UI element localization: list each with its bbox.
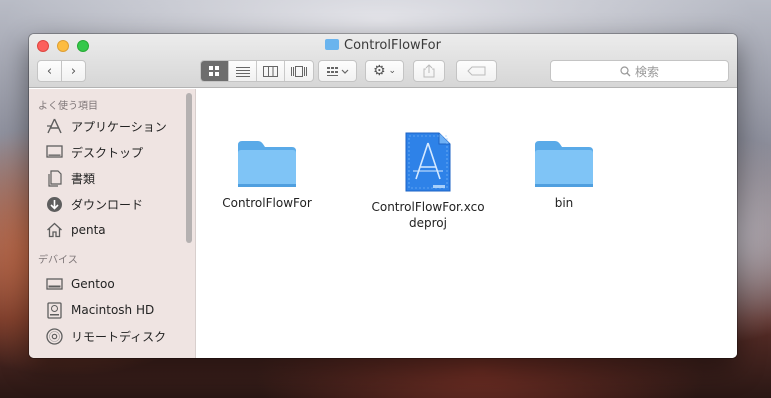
sidebar-item-label: リモートディスク bbox=[71, 329, 167, 344]
tags-button[interactable] bbox=[456, 60, 497, 82]
arrange-button[interactable] bbox=[318, 60, 357, 82]
folder-icon bbox=[238, 141, 296, 187]
sidebar: よく使う項目 アプリケーション デスクトップ 書類 ダウンロード penta デ… bbox=[29, 89, 196, 358]
sidebar-item-gentoo[interactable]: Gentoo bbox=[45, 274, 115, 294]
downloads-icon bbox=[45, 195, 64, 213]
desktop-icon bbox=[45, 143, 64, 161]
file-name: ControlFlowFor.xcodeproj bbox=[371, 200, 485, 230]
sidebar-item-label: Macintosh HD bbox=[71, 303, 155, 317]
share-button[interactable] bbox=[413, 60, 445, 82]
view-switcher bbox=[200, 60, 314, 82]
forward-button[interactable]: › bbox=[61, 60, 86, 82]
disk-icon bbox=[45, 275, 64, 293]
share-icon bbox=[423, 64, 435, 78]
file-item[interactable]: bin bbox=[504, 139, 624, 211]
list-view-button[interactable] bbox=[229, 61, 257, 81]
icon-view-button[interactable] bbox=[201, 61, 229, 81]
applications-icon bbox=[45, 117, 64, 135]
folder-icon bbox=[325, 39, 339, 50]
window-title-area: ControlFlowFor bbox=[29, 38, 737, 53]
sidebar-item-applications[interactable]: アプリケーション bbox=[45, 116, 167, 136]
tag-icon bbox=[466, 66, 485, 76]
columns-icon bbox=[263, 65, 278, 77]
search-icon bbox=[620, 65, 631, 76]
hard-drive-icon bbox=[45, 301, 64, 319]
gear-icon: ⚙ bbox=[372, 63, 386, 79]
file-item[interactable]: ControlFlowFor bbox=[207, 139, 327, 211]
sidebar-item-label: ダウンロード bbox=[71, 197, 144, 212]
sidebar-item-label: デスクトップ bbox=[71, 145, 144, 160]
sidebar-item-label: アプリケーション bbox=[71, 119, 167, 134]
sidebar-item-label: 書類 bbox=[71, 171, 96, 186]
window-title: ControlFlowFor bbox=[344, 38, 441, 53]
documents-icon bbox=[45, 169, 64, 187]
file-area: ControlFlowFor ControlFlowFor.xcodeproj … bbox=[197, 89, 737, 358]
favorites-header: よく使う項目 bbox=[38, 101, 98, 112]
column-view-button[interactable] bbox=[257, 61, 285, 81]
chevron-down-icon: ⌄ bbox=[388, 66, 397, 76]
titlebar: ControlFlowFor ‹ › ⚙ ⌄ 検索 bbox=[29, 34, 737, 88]
devices-header: デバイス bbox=[38, 255, 78, 266]
chevron-right-icon: › bbox=[70, 63, 77, 79]
sidebar-item-documents[interactable]: 書類 bbox=[45, 168, 95, 188]
folder-icon bbox=[535, 141, 593, 187]
sidebar-item-remote-disc[interactable]: リモートディスク bbox=[45, 326, 166, 346]
sidebar-item-label: Gentoo bbox=[71, 277, 115, 291]
file-item[interactable]: ControlFlowFor.xcodeproj bbox=[368, 131, 488, 231]
sidebar-item-home[interactable]: penta bbox=[45, 220, 106, 240]
xcode-project-icon bbox=[405, 132, 451, 192]
sidebar-scrollbar[interactable] bbox=[186, 93, 192, 243]
search-field[interactable]: 検索 bbox=[550, 60, 729, 82]
optical-disk-icon bbox=[45, 327, 64, 345]
grid-icon bbox=[209, 65, 219, 76]
sidebar-item-downloads[interactable]: ダウンロード bbox=[45, 194, 143, 214]
list-icon bbox=[235, 66, 250, 77]
file-name: ControlFlowFor bbox=[222, 196, 312, 210]
sidebar-item-desktop[interactable]: デスクトップ bbox=[45, 142, 143, 162]
coverflow-view-button[interactable] bbox=[285, 61, 313, 81]
chevron-left-icon: ‹ bbox=[46, 63, 53, 79]
coverflow-icon bbox=[291, 65, 307, 77]
file-name: bin bbox=[554, 196, 574, 210]
action-button[interactable]: ⚙ ⌄ bbox=[365, 60, 404, 82]
finder-window: ControlFlowFor ‹ › ⚙ ⌄ 検索 よく使う項目 アプリケーショ… bbox=[29, 34, 737, 358]
home-icon bbox=[45, 221, 64, 239]
sidebar-item-label: penta bbox=[71, 223, 106, 237]
sidebar-item-macintosh-hd[interactable]: Macintosh HD bbox=[45, 300, 154, 320]
back-button[interactable]: ‹ bbox=[37, 60, 62, 82]
arrange-icon bbox=[326, 66, 348, 76]
search-placeholder: 検索 bbox=[634, 64, 659, 79]
